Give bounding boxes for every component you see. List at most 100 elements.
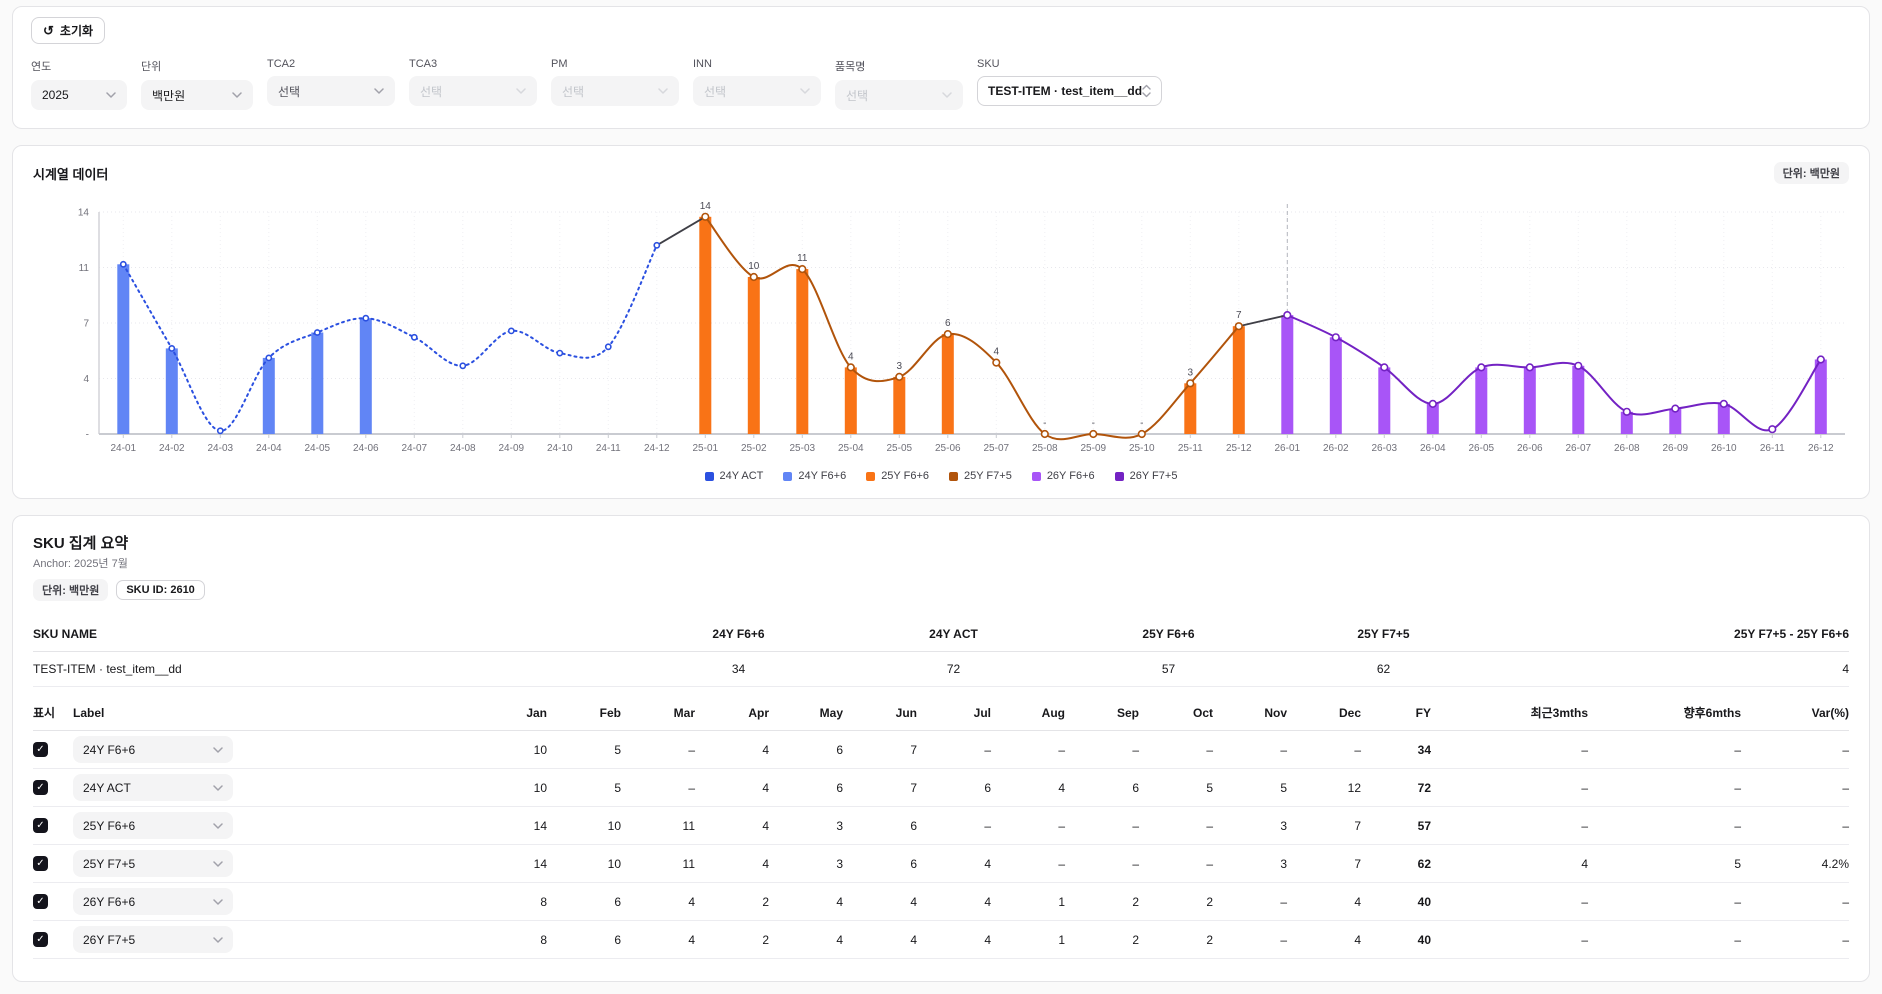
unit-select[interactable]: 백만원 xyxy=(141,80,253,110)
pivot-value-cell: 57 xyxy=(1061,652,1276,686)
inn-select: 선택 xyxy=(693,76,821,106)
month-value-cell: 3 xyxy=(1213,819,1287,833)
legend-item-24y-f6-6: 24Y F6+6 xyxy=(783,470,846,482)
row-label-value: 24Y ACT xyxy=(83,781,131,795)
row-label-select[interactable]: 26Y F7+5 xyxy=(73,926,233,953)
month-header: Apr xyxy=(695,697,769,729)
month-value-cell: 4 xyxy=(769,895,843,909)
label-cell: 25Y F6+6 xyxy=(73,812,473,839)
visibility-cell: ✓ xyxy=(33,932,73,947)
row-visibility-checkbox[interactable]: ✓ xyxy=(33,818,48,833)
month-value-cell: 11 xyxy=(621,857,695,871)
svg-text:4: 4 xyxy=(848,351,854,362)
chevron-down-icon xyxy=(213,747,223,753)
fy-value-cell: 62 xyxy=(1361,857,1431,871)
month-value-cell: 10 xyxy=(547,819,621,833)
summary-title: SKU 집계 요약 xyxy=(33,532,1849,553)
month-value-cell: – xyxy=(1139,743,1213,757)
next6-value-cell: – xyxy=(1588,933,1741,947)
row-visibility-checkbox[interactable]: ✓ xyxy=(33,856,48,871)
month-value-cell: – xyxy=(1065,857,1139,871)
visibility-cell: ✓ xyxy=(33,780,73,795)
recent3-value-cell: – xyxy=(1431,743,1588,757)
row-label-select[interactable]: 24Y ACT xyxy=(73,774,233,801)
anchor-text: Anchor: 2025년 7월 xyxy=(33,555,1849,571)
timeseries-chart: -47111424-0124-0224-0324-0424-0524-0624-… xyxy=(33,194,1849,466)
svg-text:26-06: 26-06 xyxy=(1517,443,1543,454)
svg-text:25-02: 25-02 xyxy=(741,443,767,454)
row-label-select[interactable]: 26Y F6+6 xyxy=(73,888,233,915)
recent3-value-cell: 4 xyxy=(1431,857,1588,871)
legend-label: 26Y F6+6 xyxy=(1047,470,1095,482)
chevron-down-icon xyxy=(213,823,223,829)
row-label-select[interactable]: 24Y F6+6 xyxy=(73,736,233,763)
month-header: Feb xyxy=(547,697,621,729)
filter-item-name: 품목명선택 xyxy=(835,58,963,110)
chevron-down-icon xyxy=(942,92,952,98)
month-value-cell: – xyxy=(1213,895,1287,909)
svg-text:25-05: 25-05 xyxy=(887,443,913,454)
unit-selected-value: 백만원 xyxy=(152,87,185,104)
var-value-cell: – xyxy=(1741,781,1849,795)
svg-text:26-09: 26-09 xyxy=(1663,443,1689,454)
visibility-cell: ✓ xyxy=(33,856,73,871)
month-value-cell: 7 xyxy=(1287,819,1361,833)
month-value-cell: 10 xyxy=(473,781,547,795)
next6-value-cell: – xyxy=(1588,781,1741,795)
visibility-cell: ✓ xyxy=(33,818,73,833)
visibility-cell: ✓ xyxy=(33,894,73,909)
bars-24y-f6-6 xyxy=(117,264,371,434)
year-select[interactable]: 2025 xyxy=(31,80,127,110)
row-visibility-checkbox[interactable]: ✓ xyxy=(33,932,48,947)
filter-sku: SKUTEST-ITEM · test_item__dd xyxy=(977,58,1162,110)
row-visibility-checkbox[interactable]: ✓ xyxy=(33,780,48,795)
tca3-select: 선택 xyxy=(409,76,537,106)
filter-label-tca2: TCA2 xyxy=(267,58,395,70)
x-axis: 24-0124-0224-0324-0424-0524-0624-0724-08… xyxy=(99,434,1845,454)
row-label-value: 24Y F6+6 xyxy=(83,743,135,757)
legend-swatch xyxy=(705,472,714,481)
row-visibility-checkbox[interactable]: ✓ xyxy=(33,894,48,909)
fy-header: FY xyxy=(1361,697,1431,729)
month-value-cell: 2 xyxy=(695,895,769,909)
var-header: Var(%) xyxy=(1741,697,1849,729)
month-value-cell: 5 xyxy=(547,781,621,795)
visibility-cell: ✓ xyxy=(33,742,73,757)
svg-text:14: 14 xyxy=(700,201,712,212)
tca2-select[interactable]: 선택 xyxy=(267,76,395,106)
pm-select: 선택 xyxy=(551,76,679,106)
reset-button[interactable]: ↺ 초기화 xyxy=(31,17,105,44)
svg-text:24-09: 24-09 xyxy=(499,443,525,454)
row-label-select[interactable]: 25Y F7+5 xyxy=(73,850,233,877)
month-value-cell: 7 xyxy=(1287,857,1361,871)
legend-label: 24Y F6+6 xyxy=(798,470,846,482)
svg-text:-: - xyxy=(1043,418,1046,429)
inn-selected-value: 선택 xyxy=(704,83,726,100)
chevron-down-icon xyxy=(374,88,384,94)
svg-text:24-10: 24-10 xyxy=(547,443,573,454)
filter-label-inn: INN xyxy=(693,58,821,70)
filter-year: 연도2025 xyxy=(31,58,127,110)
month-header: Nov xyxy=(1213,697,1287,729)
svg-text:6: 6 xyxy=(945,318,951,329)
recent3-value-cell: – xyxy=(1431,895,1588,909)
pivot-header: 25Y F7+5 xyxy=(1276,617,1491,651)
svg-text:14: 14 xyxy=(78,208,90,219)
month-value-cell: 6 xyxy=(917,781,991,795)
svg-text:-: - xyxy=(1140,418,1143,429)
month-value-cell: 10 xyxy=(547,857,621,871)
month-value-cell: 3 xyxy=(1213,857,1287,871)
chart-title: 시계열 데이터 xyxy=(33,164,108,183)
month-value-cell: 8 xyxy=(473,933,547,947)
show-header: 표시 xyxy=(33,695,73,730)
svg-text:-: - xyxy=(86,430,89,441)
row-label-select[interactable]: 25Y F6+6 xyxy=(73,812,233,839)
month-value-cell: 2 xyxy=(1065,933,1139,947)
svg-text:7: 7 xyxy=(83,319,89,330)
sku-select[interactable]: TEST-ITEM · test_item__dd xyxy=(977,76,1162,106)
month-value-cell: 4 xyxy=(621,895,695,909)
var-value-cell: 4.2% xyxy=(1741,857,1849,871)
row-visibility-checkbox[interactable]: ✓ xyxy=(33,742,48,757)
var-value-cell: – xyxy=(1741,819,1849,833)
svg-text:4: 4 xyxy=(994,347,1000,358)
